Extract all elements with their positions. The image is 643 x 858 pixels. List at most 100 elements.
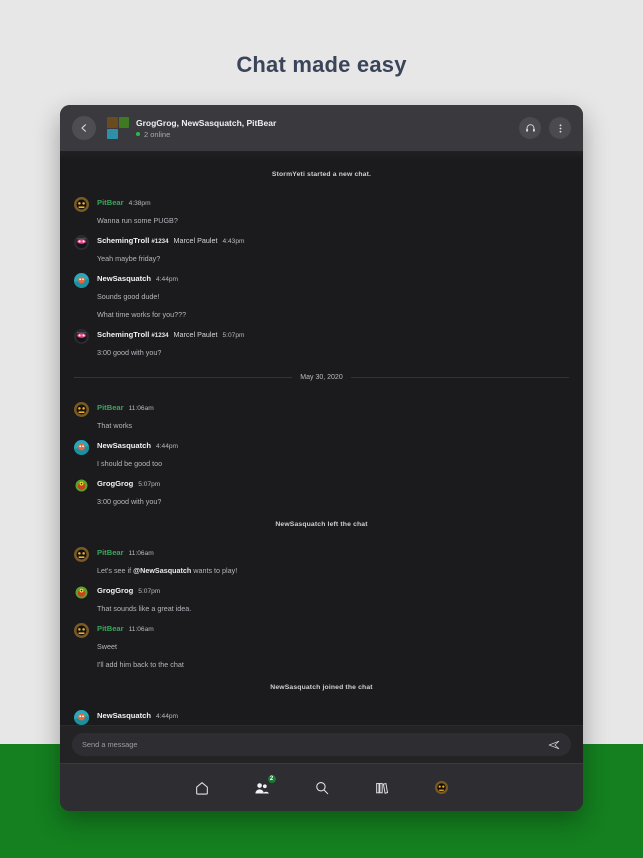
message-author[interactable]: NewSasquatch <box>97 710 151 722</box>
message-meta: SchemingTroll #1234 Marcel Paulet 5:07pm <box>97 329 569 342</box>
message-timestamp: 4:44pm <box>156 443 179 450</box>
message-author[interactable]: PitBear <box>97 402 124 414</box>
send-button[interactable] <box>547 739 561 751</box>
search-icon <box>315 781 328 794</box>
groggrog-avatar <box>74 585 89 600</box>
schemingtroll-avatar <box>74 235 89 250</box>
library-icon <box>375 782 388 794</box>
message-author[interactable]: PitBear <box>97 623 124 635</box>
message-author[interactable]: GrogGrog <box>97 478 133 490</box>
message-row: NewSasquatch 4:44pm I should be good too <box>74 433 569 471</box>
message-timestamp: 4:38pm <box>128 200 151 207</box>
message-author[interactable]: SchemingTroll <box>97 235 149 247</box>
message-row: PitBear 11:06am That works <box>74 395 569 433</box>
message-author[interactable]: PitBear <box>97 547 124 559</box>
message-author[interactable]: GrogGrog <box>97 585 133 597</box>
message-body: NewSasquatch 4:44pm My bad y'all. I'm back… <box>97 710 569 725</box>
message-author-realname: Marcel Paulet <box>173 236 218 245</box>
send-icon <box>548 740 560 749</box>
scroll-fade-overlay <box>60 151 583 159</box>
message-body: PitBear 11:06am Let's see if @NewSasquatch… <box>97 547 569 578</box>
newsasquatch-avatar <box>74 440 89 455</box>
message-row: PitBear 4:38pm Wanna run some PUGB? <box>74 190 569 228</box>
message-meta: GrogGrog 5:07pm <box>97 585 569 598</box>
home-icon <box>195 781 208 795</box>
message-body: PitBear 4:38pm Wanna run some PUGB? <box>97 197 569 228</box>
newsasquatch-avatar <box>74 710 89 725</box>
message-body: NewSasquatch 4:44pm I should be good too <box>97 440 569 471</box>
avatar-tile-4 <box>118 128 129 139</box>
profile-avatar-icon <box>435 781 448 794</box>
message-input-wrapper[interactable] <box>72 733 571 756</box>
message-text: Yeah maybe friday? <box>97 254 161 263</box>
message-text: My bad y'all. I'm back lol <box>97 723 569 725</box>
message-timestamp: 11:06am <box>128 626 154 633</box>
pitbear-avatar <box>74 623 89 638</box>
nav-item-profile[interactable] <box>431 777 453 799</box>
message-group-after-left: PitBear 11:06am Let's see if @NewSasquatch… <box>74 540 569 672</box>
message-body: PitBear 11:06am Sweet I'll add him back to … <box>97 623 569 672</box>
avatar-tile-2 <box>118 117 129 128</box>
chat-online-status: 2 online <box>136 129 519 140</box>
page-title: Chat made easy <box>236 52 407 77</box>
message-author[interactable]: NewSasquatch <box>97 440 151 452</box>
message-row: GrogGrog 5:07pm 3:00 good with you? <box>74 471 569 509</box>
message-text: 3:00 good with you? <box>97 497 162 506</box>
chat-title: GrogGrog, NewSasquatch, PitBear <box>136 117 277 128</box>
message-list[interactable]: StormYeti started a new chat. PitBear 4:3… <box>60 151 583 725</box>
message-meta: SchemingTroll #1234 Marcel Paulet 4:43pm <box>97 235 569 248</box>
divider-line-right <box>350 377 570 378</box>
message-row: NewSasquatch 4:44pm Sounds good dude! What … <box>74 266 569 322</box>
back-button[interactable] <box>72 116 96 140</box>
message-body: SchemingTroll #1234 Marcel Paulet 5:07pm 3:0… <box>97 329 569 360</box>
online-count-label: 2 online <box>144 129 171 139</box>
message-group-before-divider: PitBear 4:38pm Wanna run some PUGB? Schemin… <box>74 190 569 360</box>
message-row: SchemingTroll #1234 Marcel Paulet 5:07pm 3:0… <box>74 322 569 360</box>
friends-badge: 2 <box>266 773 277 784</box>
message-author[interactable]: PitBear <box>97 197 124 209</box>
chevron-left-icon <box>81 124 86 132</box>
chat-header-actions <box>519 117 571 139</box>
message-meta: PitBear 11:06am <box>97 547 569 560</box>
message-text: Wanna run some PUGB? <box>97 216 178 225</box>
pitbear-avatar <box>74 197 89 212</box>
chat-app-panel: GrogGrog, NewSasquatch, PitBear 2 online <box>60 105 583 811</box>
mention-token[interactable]: @NewSasquatch <box>133 566 191 575</box>
nav-item-friends[interactable]: 2 <box>251 773 277 799</box>
message-input[interactable] <box>82 740 547 749</box>
message-text: Sounds good dude! <box>97 292 160 301</box>
avatar-tile-3 <box>107 128 118 139</box>
message-timestamp: 5:07pm <box>138 588 161 595</box>
message-body: GrogGrog 5:07pm 3:00 good with you? <box>97 478 569 509</box>
pitbear-avatar <box>74 402 89 417</box>
message-meta: NewSasquatch 4:44pm <box>97 710 569 723</box>
nav-item-library[interactable] <box>371 777 393 799</box>
nav-item-home[interactable] <box>191 777 213 799</box>
message-body: SchemingTroll #1234 Marcel Paulet 4:43pm Yea… <box>97 235 569 266</box>
message-body: GrogGrog 5:07pm That sounds like a great i… <box>97 585 569 616</box>
message-author[interactable]: NewSasquatch <box>97 273 151 285</box>
message-text: Let's see if @NewSasquatch wants to play… <box>97 566 238 575</box>
message-group-after-divider: PitBear 11:06am That works NewSasquatch 4:44… <box>74 395 569 509</box>
date-divider: May 30, 2020 <box>74 360 570 395</box>
groggrog-avatar <box>74 478 89 493</box>
message-meta: PitBear 11:06am <box>97 402 569 415</box>
system-message-left-chat: NewSasquatch left the chat <box>275 521 368 528</box>
more-options-button[interactable] <box>549 117 571 139</box>
more-vertical-icon <box>559 123 561 133</box>
nav-item-search[interactable] <box>311 777 333 799</box>
system-message-joined-chat: NewSasquatch joined the chat <box>270 684 373 691</box>
message-row: GrogGrog 5:07pm That sounds like a great i… <box>74 578 569 616</box>
voice-chat-button[interactable] <box>519 117 541 139</box>
message-body: PitBear 11:06am That works <box>97 402 569 433</box>
message-meta: PitBear 11:06am <box>97 623 569 636</box>
message-text: Sweet <box>97 642 117 651</box>
message-text: That works <box>97 421 133 430</box>
system-message-new-chat: StormYeti started a new chat. <box>271 171 372 178</box>
message-author[interactable]: SchemingTroll <box>97 329 149 341</box>
message-timestamp: 5:07pm <box>222 332 245 339</box>
chat-header: GrogGrog, NewSasquatch, PitBear 2 online <box>60 105 583 151</box>
message-meta: PitBear 4:38pm <box>97 197 569 210</box>
message-row: NewSasquatch 4:44pm My bad y'all. I'm back… <box>74 703 569 725</box>
message-timestamp: 4:44pm <box>156 713 179 720</box>
